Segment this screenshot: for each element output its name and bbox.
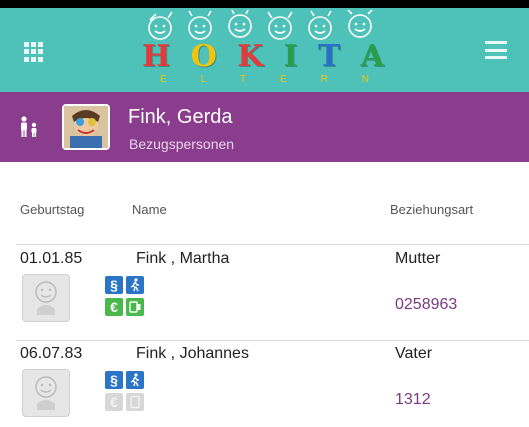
logo-sub-letter: R — [320, 74, 329, 85]
logo-letter: A — [360, 39, 384, 74]
paragraph-icon[interactable]: § — [105, 371, 123, 389]
hamburger-menu-icon[interactable] — [485, 41, 507, 59]
logo-letter: K — [237, 39, 264, 74]
hokita-logo: H O K I T A E L T E R N — [138, 10, 388, 90]
pickup-person-icon[interactable] — [126, 276, 144, 294]
table-row[interactable]: 01.01.85 Fink , Martha Mutter § € 025896… — [0, 250, 529, 340]
person-name: Fink , Johannes — [136, 345, 249, 362]
logo-sub-letter: N — [361, 74, 370, 85]
logo-sub-letter: E — [280, 74, 288, 85]
logo-wordmark: H O K I T A — [138, 42, 388, 72]
table-header: Geburtstag Name Beziehungsart — [0, 196, 529, 224]
person-name: Fink , Martha — [136, 250, 230, 267]
person-photo-placeholder[interactable] — [22, 369, 70, 417]
column-header-birthday: Geburtstag — [20, 202, 85, 217]
logo-sub-letter: L — [200, 74, 208, 85]
logo-sub-letter: T — [240, 74, 248, 85]
profile-subtitle: Bezugspersonen — [129, 136, 235, 152]
person-photo-placeholder[interactable] — [22, 274, 70, 322]
relation-value: Vater — [395, 345, 433, 362]
child-photo-icon — [64, 106, 108, 148]
column-header-name: Name — [132, 202, 167, 217]
logo-letter: I — [283, 39, 298, 74]
row-divider — [16, 244, 529, 245]
pickup-person-icon[interactable] — [126, 371, 144, 389]
avatar[interactable] — [62, 104, 110, 150]
euro-icon[interactable]: € — [105, 298, 123, 316]
contact-number[interactable]: 0258963 — [395, 296, 457, 314]
child-placeholder-icon — [35, 376, 57, 410]
row-divider — [16, 340, 529, 341]
app-bar: H O K I T A E L T E R N — [0, 8, 529, 92]
birthday-value: 01.01.85 — [20, 250, 83, 267]
logo-letter: T — [318, 39, 341, 74]
phone-card-icon[interactable] — [126, 298, 144, 316]
column-header-relation: Beziehungsart — [390, 202, 474, 217]
paragraph-icon[interactable]: § — [105, 276, 123, 294]
profile-header: Fink, Gerda Bezugspersonen — [0, 92, 529, 162]
status-strip — [0, 0, 529, 8]
parent-child-icon[interactable] — [18, 116, 40, 138]
profile-name: Fink, Gerda — [128, 106, 233, 128]
birthday-value: 06.07.83 — [20, 345, 83, 362]
euro-icon[interactable]: € — [105, 393, 123, 411]
phone-card-icon[interactable] — [126, 393, 144, 411]
table-row[interactable]: 06.07.83 Fink , Johannes Vater § € 1312 — [0, 345, 529, 427]
child-placeholder-icon — [35, 281, 57, 315]
contact-number[interactable]: 1312 — [395, 391, 431, 409]
logo-sub-letter: E — [160, 74, 168, 85]
logo-subtitle: E L T E R N — [160, 74, 370, 85]
logo-letter: O — [190, 39, 217, 74]
apps-grid-icon[interactable] — [24, 42, 44, 62]
logo-letter: H — [142, 39, 171, 74]
relation-value: Mutter — [395, 250, 441, 267]
